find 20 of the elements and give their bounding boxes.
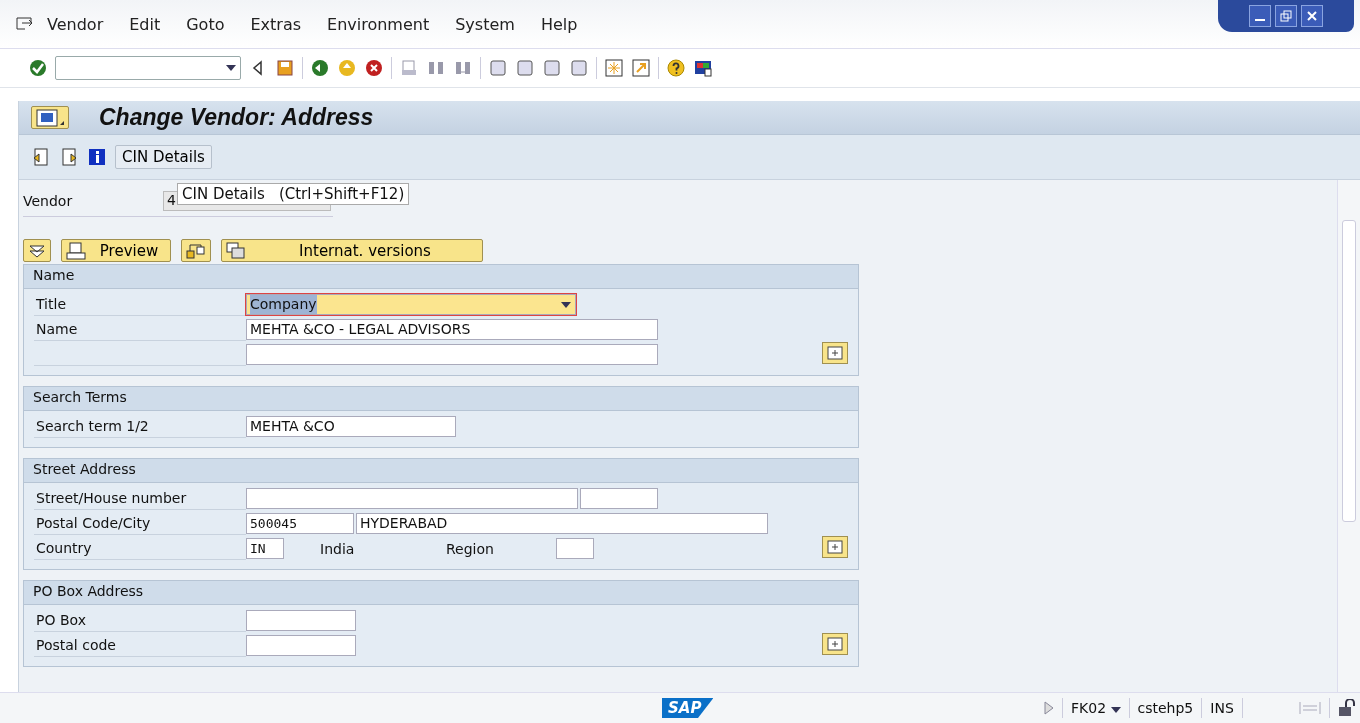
group-title: Name: [24, 265, 858, 289]
field-label: Name: [34, 318, 246, 341]
field-label: Country: [34, 537, 246, 560]
screen-title: Change Vendor: Address: [99, 104, 374, 131]
tooltip-shortcut: (Ctrl+Shift+F12): [278, 185, 405, 203]
group-title: Search Terms: [24, 387, 858, 411]
field-label: Street/House number: [34, 487, 246, 510]
server-name: cstehp5: [1137, 700, 1194, 716]
insert-mode: INS: [1210, 700, 1234, 716]
sap-logo: SAP: [662, 698, 714, 718]
country-name: India: [320, 540, 356, 557]
field-label: Postal code: [34, 634, 246, 657]
field-label: Postal Code/City: [34, 512, 246, 535]
group-title: Street Address: [24, 459, 858, 483]
group-title: PO Box Address: [24, 581, 858, 605]
field-label: Search term 1/2: [34, 415, 246, 438]
field-label: Vendor: [23, 193, 74, 209]
tooltip-text: CIN Details: [182, 185, 265, 203]
field-label: PO Box: [34, 609, 246, 632]
field-label: Region: [446, 540, 495, 557]
